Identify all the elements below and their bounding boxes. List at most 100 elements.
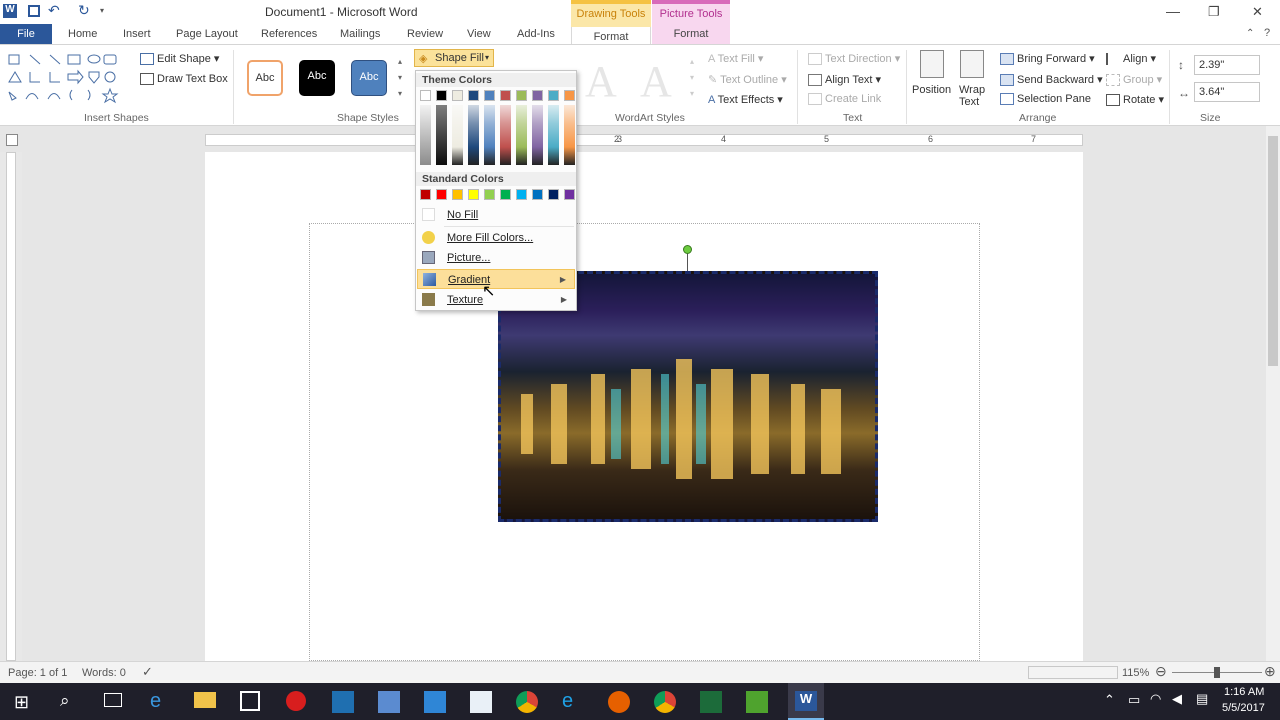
standard-color-swatch[interactable] bbox=[420, 189, 431, 200]
zoom-out-icon[interactable]: ⊖ bbox=[1155, 663, 1167, 680]
theme-color-swatch[interactable] bbox=[500, 90, 511, 101]
restore-button[interactable]: ❐ bbox=[1208, 4, 1220, 20]
page-count[interactable]: Page: 1 of 1 bbox=[8, 667, 67, 679]
task-view-icon[interactable] bbox=[104, 693, 122, 707]
app-icon[interactable] bbox=[378, 691, 400, 713]
tab-file[interactable]: File bbox=[0, 24, 52, 44]
wifi-icon[interactable]: ◠ bbox=[1150, 691, 1161, 707]
shape-fill-button[interactable]: ◈ Shape Fill ▾ bbox=[414, 49, 494, 67]
wordart-sample-2[interactable]: A bbox=[640, 56, 672, 107]
theme-color-shade-column[interactable] bbox=[484, 105, 495, 165]
texture-item[interactable]: Texture ▶ bbox=[417, 290, 575, 310]
collapse-ribbon-icon[interactable]: ⌃ bbox=[1246, 28, 1254, 39]
bring-forward-button[interactable]: Bring Forward ▾ bbox=[1000, 52, 1095, 66]
standard-color-swatch[interactable] bbox=[532, 189, 543, 200]
shape-style-sample-1[interactable]: Abc bbox=[247, 60, 283, 96]
theme-color-swatch[interactable] bbox=[468, 90, 479, 101]
standard-color-swatch[interactable] bbox=[500, 189, 511, 200]
theme-colors-grid[interactable] bbox=[416, 90, 576, 166]
horizontal-ruler[interactable]: 1 2 3 4 5 6 7 bbox=[205, 134, 1083, 146]
zoom-level[interactable]: 115% bbox=[1122, 667, 1149, 679]
theme-color-shade-column[interactable] bbox=[532, 105, 543, 165]
close-button[interactable]: ✕ bbox=[1252, 4, 1263, 20]
theme-color-swatch[interactable] bbox=[564, 90, 575, 101]
tab-references[interactable]: References bbox=[261, 28, 317, 40]
vertical-scrollbar[interactable] bbox=[1266, 126, 1280, 661]
picture-fill-item[interactable]: Picture... bbox=[417, 248, 575, 268]
app-icon[interactable] bbox=[746, 691, 768, 713]
text-direction-button[interactable]: Text Direction ▾ bbox=[808, 52, 900, 66]
chrome-icon[interactable] bbox=[516, 691, 538, 713]
shapes-gallery[interactable] bbox=[6, 52, 126, 106]
theme-color-shade-column[interactable] bbox=[516, 105, 527, 165]
selection-pane-button[interactable]: Selection Pane bbox=[1000, 93, 1091, 106]
show-hidden-icons[interactable]: ⌃ bbox=[1104, 692, 1115, 708]
theme-color-shade-column[interactable] bbox=[548, 105, 559, 165]
rotate-button[interactable]: Rotate ▾ bbox=[1106, 93, 1164, 107]
redo-icon[interactable]: ↻ bbox=[78, 2, 90, 19]
app-icon[interactable] bbox=[700, 691, 722, 713]
tab-review[interactable]: Review bbox=[407, 28, 443, 40]
windows-start-icon[interactable]: ⊞ bbox=[14, 692, 29, 713]
theme-color-shade-column[interactable] bbox=[564, 105, 575, 165]
theme-color-swatch[interactable] bbox=[548, 90, 559, 101]
tab-insert[interactable]: Insert bbox=[123, 28, 151, 40]
tab-picture-format[interactable]: Format bbox=[652, 28, 730, 40]
send-backward-button[interactable]: Send Backward ▾ bbox=[1000, 73, 1103, 87]
app-icon[interactable] bbox=[424, 691, 446, 713]
text-fill-button[interactable]: A Text Fill ▾ bbox=[708, 52, 763, 65]
zoom-slider-thumb[interactable] bbox=[1214, 667, 1220, 678]
theme-color-shade-column[interactable] bbox=[420, 105, 431, 165]
shape-style-sample-2[interactable]: Abc bbox=[299, 60, 335, 96]
customize-qat-icon[interactable]: ▾ bbox=[100, 6, 104, 15]
file-explorer-icon[interactable] bbox=[194, 692, 216, 708]
theme-color-shade-column[interactable] bbox=[500, 105, 511, 165]
theme-color-swatch[interactable] bbox=[484, 90, 495, 101]
more-fill-colors-item[interactable]: More Fill Colors... bbox=[417, 228, 575, 248]
clock-time[interactable]: 1:16 AM bbox=[1224, 686, 1264, 698]
rotation-handle[interactable] bbox=[683, 245, 692, 254]
standard-color-swatch[interactable] bbox=[516, 189, 527, 200]
app-icon[interactable] bbox=[332, 691, 354, 713]
zoom-in-icon[interactable]: ⊕ bbox=[1264, 663, 1276, 680]
app-icon[interactable] bbox=[470, 691, 492, 713]
tab-home[interactable]: Home bbox=[68, 28, 97, 40]
store-icon[interactable] bbox=[240, 691, 260, 711]
word-taskbar-button[interactable]: W bbox=[788, 683, 824, 720]
group-button[interactable]: Group ▾ bbox=[1106, 73, 1162, 87]
theme-color-swatch[interactable] bbox=[436, 90, 447, 101]
firefox-icon[interactable] bbox=[608, 691, 630, 713]
proofing-icon[interactable]: ✓ bbox=[142, 664, 153, 680]
vertical-ruler[interactable] bbox=[0, 152, 22, 661]
theme-color-swatch[interactable] bbox=[452, 90, 463, 101]
align-button[interactable]: Align ▾ bbox=[1106, 52, 1156, 66]
shape-style-sample-3[interactable]: Abc bbox=[351, 60, 387, 96]
view-buttons[interactable] bbox=[1028, 666, 1118, 679]
wordart-scroll[interactable]: ▴ ▾ ▾ bbox=[690, 54, 700, 104]
position-button[interactable]: Position bbox=[912, 84, 951, 96]
theme-color-swatch[interactable] bbox=[532, 90, 543, 101]
minimize-button[interactable]: — bbox=[1166, 3, 1180, 19]
edit-shape-button[interactable]: Edit Shape ▾ bbox=[140, 52, 219, 66]
shape-width-input[interactable]: 3.64" bbox=[1194, 82, 1260, 102]
shape-height-input[interactable]: 2.39" bbox=[1194, 55, 1260, 75]
standard-color-swatch[interactable] bbox=[436, 189, 447, 200]
standard-color-swatch[interactable] bbox=[484, 189, 495, 200]
keyboard-icon[interactable]: ▤ bbox=[1196, 691, 1208, 707]
wordart-sample-1[interactable]: A bbox=[585, 56, 617, 107]
tab-add-ins[interactable]: Add-Ins bbox=[517, 28, 555, 40]
standard-color-swatch[interactable] bbox=[452, 189, 463, 200]
help-icon[interactable]: ? bbox=[1264, 27, 1270, 39]
tab-view[interactable]: View bbox=[467, 28, 491, 40]
create-link-button[interactable]: Create Link bbox=[808, 93, 881, 106]
opera-icon[interactable] bbox=[286, 691, 306, 711]
clock-date[interactable]: 5/5/2017 bbox=[1222, 702, 1265, 714]
word-count[interactable]: Words: 0 bbox=[82, 667, 126, 679]
standard-color-swatch[interactable] bbox=[468, 189, 479, 200]
tab-page-layout[interactable]: Page Layout bbox=[176, 28, 238, 40]
draw-text-box-button[interactable]: Draw Text Box bbox=[140, 73, 228, 86]
theme-color-shade-column[interactable] bbox=[436, 105, 447, 165]
theme-color-swatch[interactable] bbox=[516, 90, 527, 101]
standard-colors-row[interactable] bbox=[416, 189, 576, 203]
no-fill-item[interactable]: No Fill bbox=[417, 205, 575, 225]
